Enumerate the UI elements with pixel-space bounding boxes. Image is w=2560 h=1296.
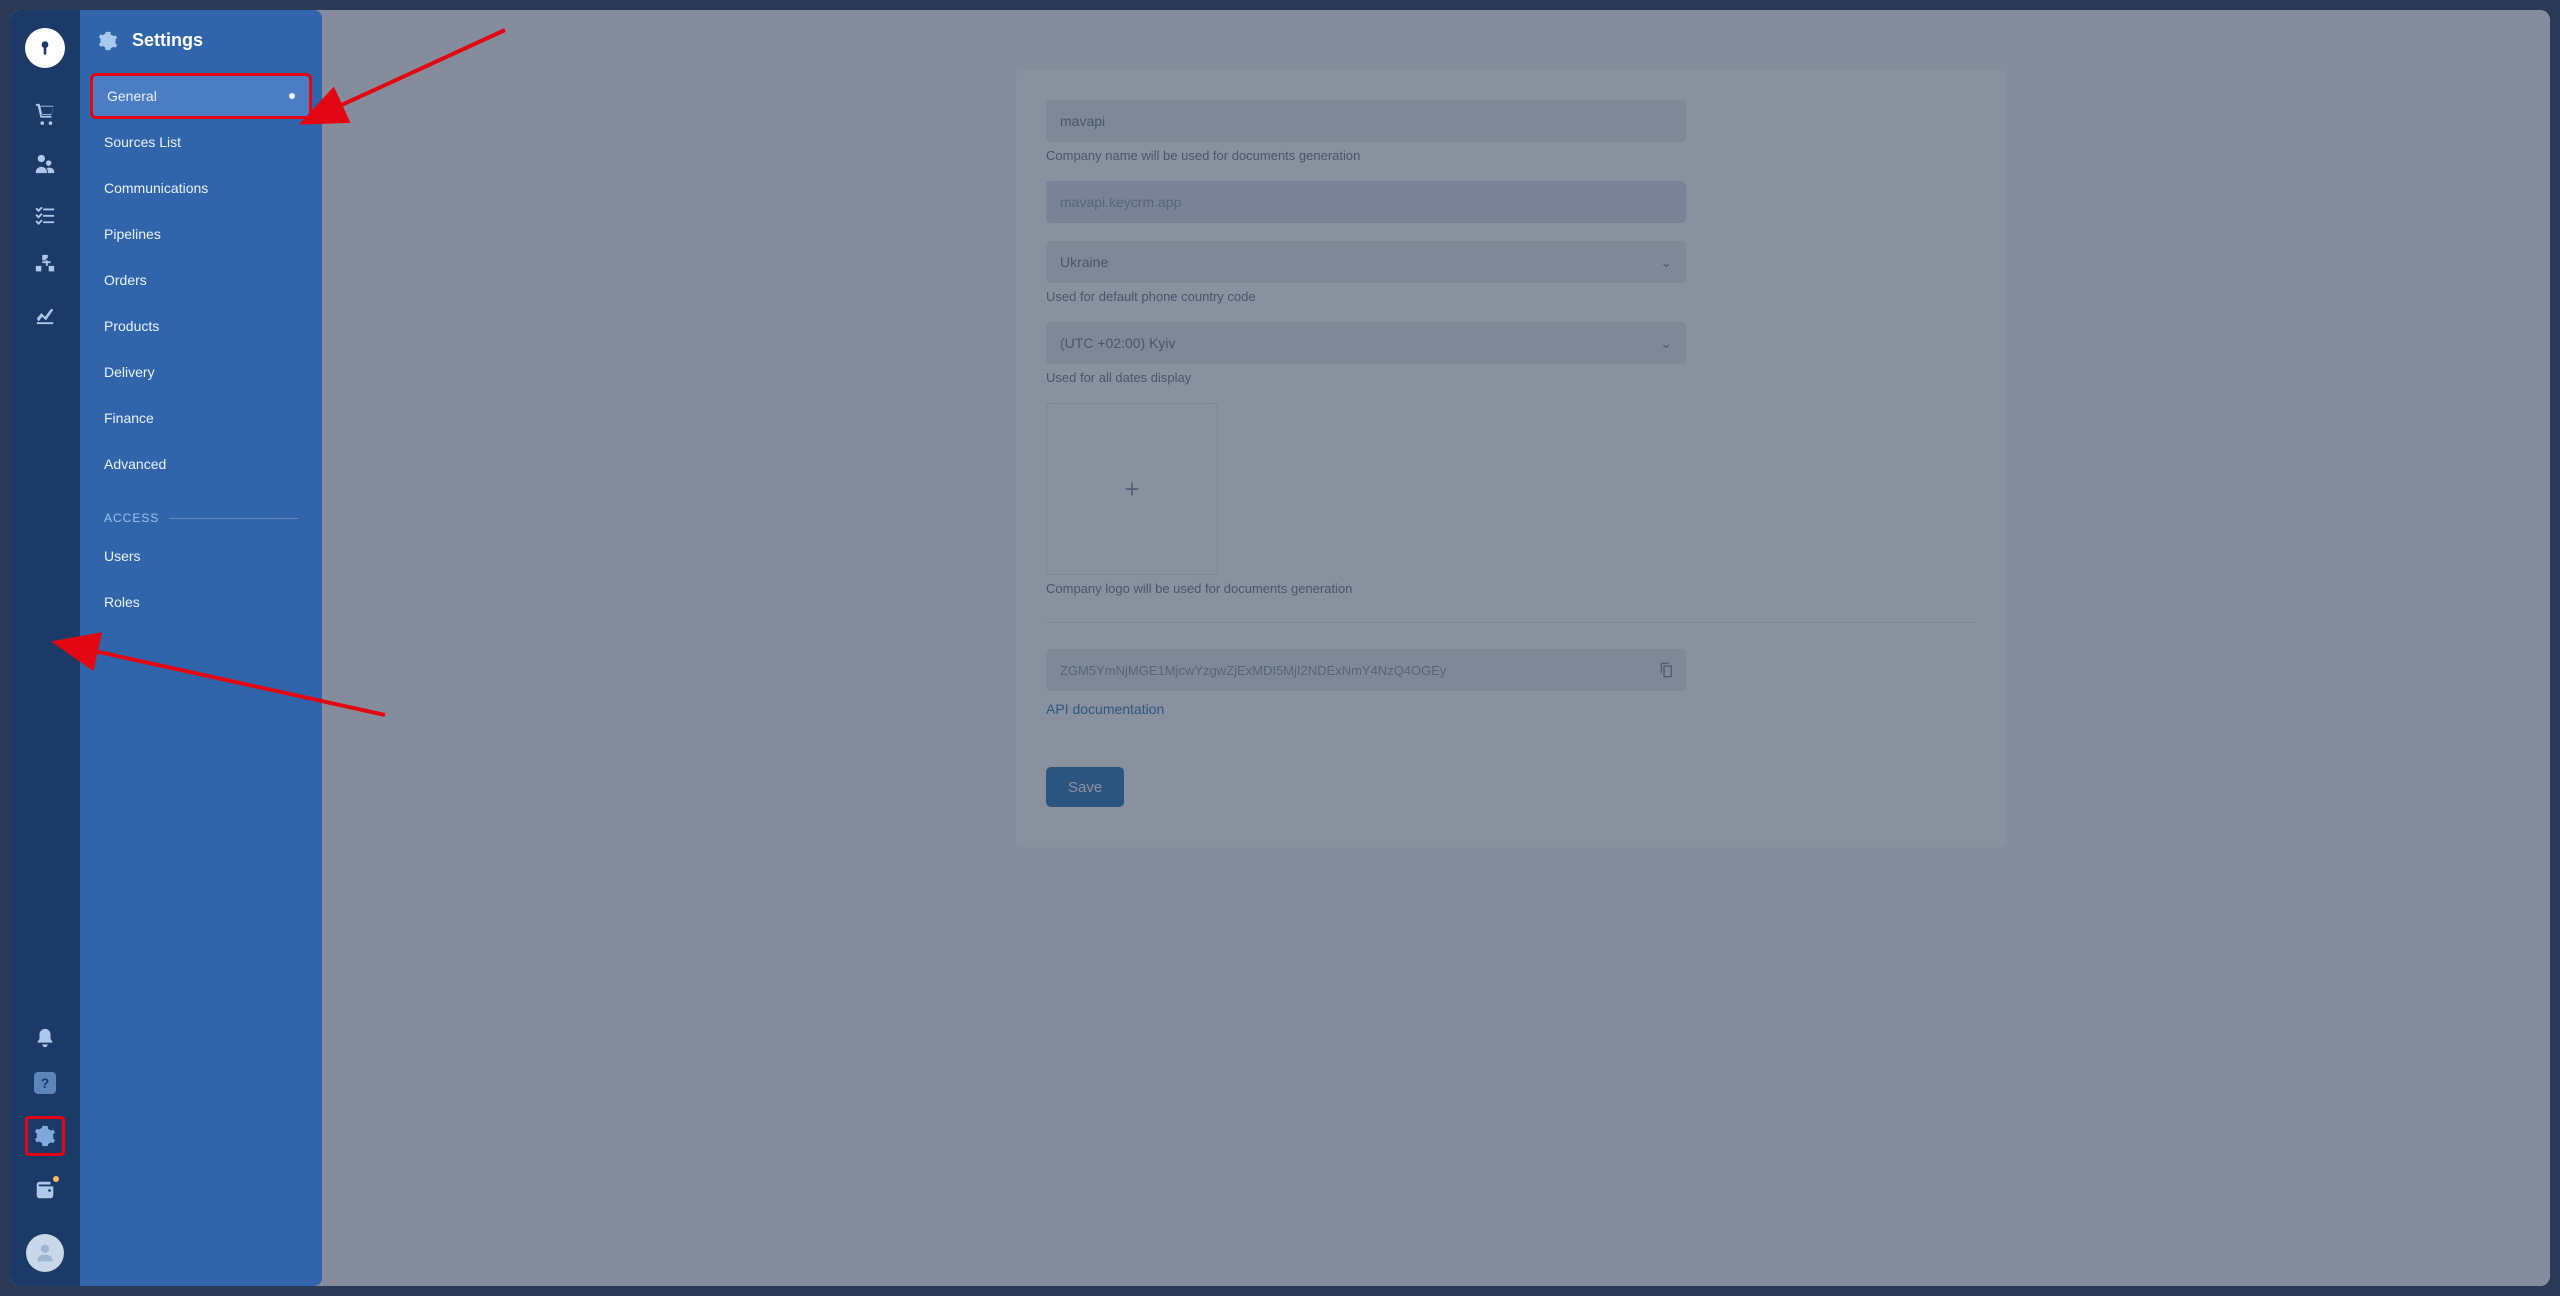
settings-item-label: Finance <box>104 410 154 426</box>
nav-inventory[interactable] <box>33 252 57 276</box>
keyhole-icon <box>37 40 53 56</box>
nav-notifications[interactable] <box>33 1026 57 1050</box>
input-value: mavapi <box>1060 113 1105 129</box>
company-name-input[interactable]: mavapi <box>1046 100 1686 142</box>
country-select[interactable]: Ukraine ⌄ <box>1046 241 1686 283</box>
main-content: mavapi Company name will be used for doc… <box>322 10 2550 1286</box>
settings-item-label: Users <box>104 548 141 564</box>
api-key-field: ZGM5YmNjMGE1MjcwYzgwZjExMDI5MjI2NDExNmY4… <box>1046 649 1686 691</box>
country-hint: Used for default phone country code <box>1046 289 1686 304</box>
settings-item-pipelines[interactable]: Pipelines <box>90 211 312 257</box>
plus-icon: + <box>1124 474 1139 505</box>
nav-chats[interactable] <box>33 152 57 176</box>
settings-item-finance[interactable]: Finance <box>90 395 312 441</box>
nav-analytics[interactable] <box>33 302 57 326</box>
analytics-icon <box>34 303 56 325</box>
settings-item-label: Delivery <box>104 364 155 380</box>
settings-item-sources[interactable]: Sources List <box>90 119 312 165</box>
settings-panel: Settings General Sources List Communicat… <box>80 10 322 1286</box>
logo-upload[interactable]: + <box>1046 403 1218 575</box>
settings-item-advanced[interactable]: Advanced <box>90 441 312 487</box>
settings-item-roles[interactable]: Roles <box>90 579 312 625</box>
nav-tasks[interactable] <box>33 202 57 226</box>
settings-item-label: Orders <box>104 272 147 288</box>
settings-title: Settings <box>132 30 203 51</box>
chevron-down-icon: ⌄ <box>1660 254 1672 271</box>
app-logo[interactable] <box>25 28 65 68</box>
settings-item-label: General <box>107 88 157 104</box>
settings-item-label: Advanced <box>104 456 166 472</box>
settings-general-card: mavapi Company name will be used for doc… <box>1016 70 2006 847</box>
api-key-value: ZGM5YmNjMGE1MjcwYzgwZjExMDI5MjI2NDExNmY4… <box>1060 663 1646 678</box>
logo-hint: Company logo will be used for documents … <box>1046 581 1686 596</box>
avatar-icon <box>35 1243 55 1263</box>
timezone-select[interactable]: (UTC +02:00) Kyiv ⌄ <box>1046 322 1686 364</box>
nav-rail: ? <box>10 10 80 1286</box>
save-button[interactable]: Save <box>1046 767 1124 807</box>
settings-item-label: Roles <box>104 594 140 610</box>
chevron-down-icon: ⌄ <box>1660 335 1672 352</box>
nav-billing[interactable] <box>33 1178 57 1202</box>
annotation-settings-highlight <box>25 1116 65 1156</box>
gear-icon <box>34 1125 56 1147</box>
wallet-icon <box>34 1179 56 1201</box>
settings-item-label: Pipelines <box>104 226 161 242</box>
company-name-hint: Company name will be used for documents … <box>1046 148 1686 163</box>
settings-item-users[interactable]: Users <box>90 533 312 579</box>
settings-item-label: Communications <box>104 180 208 196</box>
nav-settings[interactable] <box>33 1124 57 1148</box>
settings-item-label: Sources List <box>104 134 181 150</box>
checklist-icon <box>34 203 56 225</box>
settings-item-products[interactable]: Products <box>90 303 312 349</box>
settings-item-delivery[interactable]: Delivery <box>90 349 312 395</box>
settings-section-access: ACCESS <box>80 487 322 533</box>
select-value: Ukraine <box>1060 254 1108 270</box>
gear-icon <box>98 31 118 51</box>
api-doc-link[interactable]: API documentation <box>1046 701 1164 717</box>
settings-item-general[interactable]: General <box>90 73 312 119</box>
inventory-icon <box>34 253 56 275</box>
billing-badge <box>53 1176 59 1182</box>
section-label-text: ACCESS <box>104 511 159 525</box>
copy-icon <box>1658 662 1674 678</box>
nav-orders[interactable] <box>33 102 57 126</box>
active-indicator <box>289 93 295 99</box>
copy-api-key-button[interactable] <box>1656 660 1676 680</box>
timezone-hint: Used for all dates display <box>1046 370 1686 385</box>
cart-icon <box>34 103 56 125</box>
settings-header: Settings <box>80 30 322 73</box>
section-divider <box>169 518 298 519</box>
card-divider <box>1046 622 1976 623</box>
settings-item-communications[interactable]: Communications <box>90 165 312 211</box>
nav-profile[interactable] <box>26 1234 64 1272</box>
people-chat-icon <box>34 153 56 175</box>
select-value: (UTC +02:00) Kyiv <box>1060 335 1176 351</box>
domain-input: mavapi.keycrm.app <box>1046 181 1686 223</box>
bell-icon <box>34 1027 56 1049</box>
nav-help[interactable]: ? <box>34 1072 56 1094</box>
settings-item-orders[interactable]: Orders <box>90 257 312 303</box>
input-value: mavapi.keycrm.app <box>1060 194 1181 210</box>
settings-item-label: Products <box>104 318 159 334</box>
